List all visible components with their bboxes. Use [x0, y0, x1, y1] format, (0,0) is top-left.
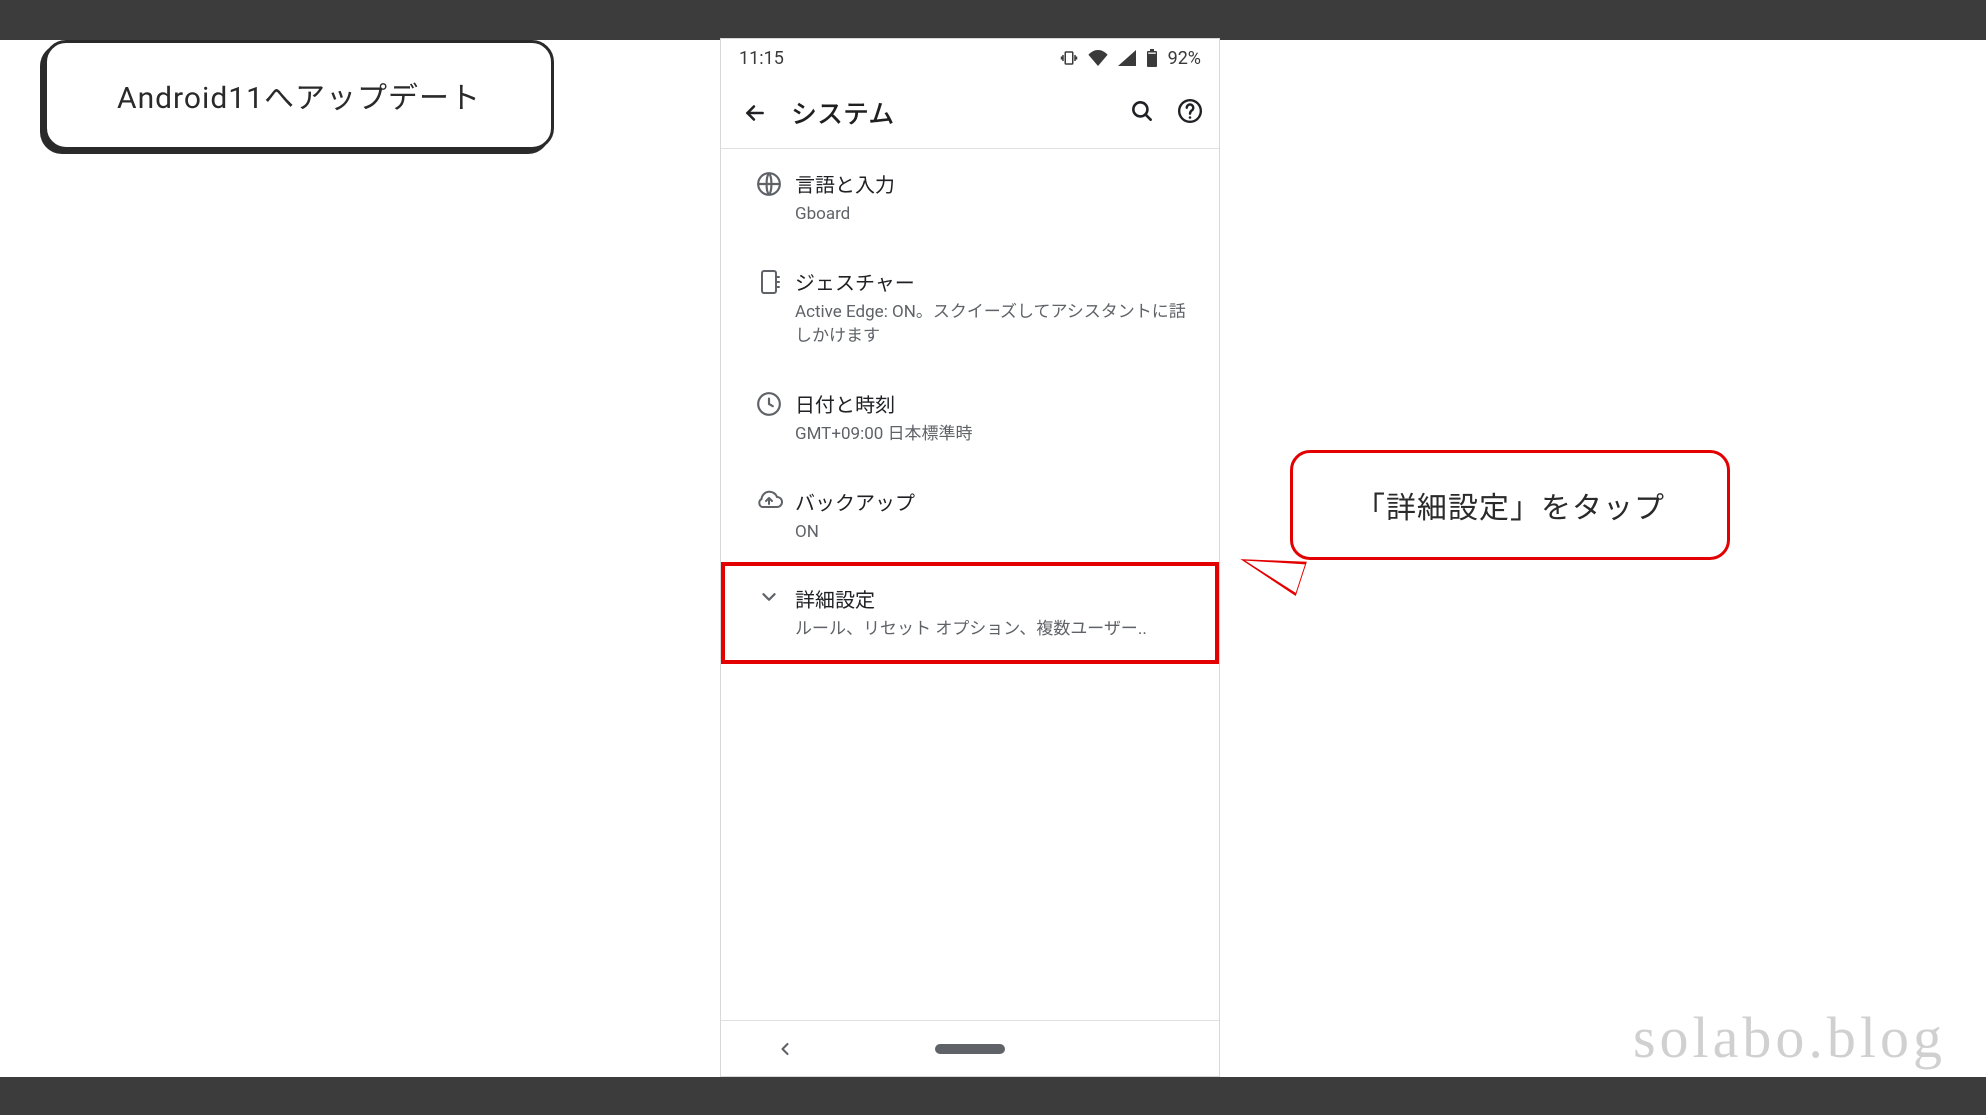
phone-screenshot: 11:15 92% システム 言語と入力 Gboard — [720, 38, 1220, 1077]
row-title: バックアップ — [795, 487, 1193, 516]
annotation-title-box: Android11へアップデート — [44, 40, 554, 150]
settings-list: 言語と入力 Gboard ジェスチャー Active Edge: ON。スクイー… — [721, 149, 1219, 1020]
help-icon — [1177, 98, 1203, 124]
status-battery-text: 92% — [1168, 48, 1201, 69]
app-bar: システム — [721, 77, 1219, 149]
settings-row-advanced[interactable]: 詳細設定 ルール、リセット オプション、複数ユーザー.. — [721, 564, 1219, 662]
settings-row-language[interactable]: 言語と入力 Gboard — [721, 149, 1219, 247]
status-bar: 11:15 92% — [721, 39, 1219, 77]
row-subtitle: Gboard — [795, 202, 1193, 227]
settings-row-datetime[interactable]: 日付と時刻 GMT+09:00 日本標準時 — [721, 369, 1219, 467]
page-bottom-bar — [0, 1077, 1986, 1115]
arrow-back-icon — [742, 100, 768, 126]
nav-back-button[interactable] — [775, 1039, 795, 1059]
cloud-upload-icon — [755, 489, 783, 511]
chevron-down-icon — [758, 586, 780, 608]
wifi-icon — [1088, 50, 1108, 66]
nav-home-pill[interactable] — [935, 1044, 1005, 1054]
row-subtitle: ルール、リセット オプション、複数ユーザー.. — [795, 617, 1193, 642]
status-time: 11:15 — [739, 48, 784, 69]
help-button[interactable] — [1177, 98, 1203, 128]
battery-icon — [1146, 49, 1158, 67]
page-top-bar — [0, 0, 1986, 40]
system-nav-bar — [721, 1020, 1219, 1076]
annotation-callout-text: 「詳細設定」をタップ — [1355, 483, 1665, 527]
search-button[interactable] — [1129, 98, 1155, 128]
annotation-title-text: Android11へアップデート — [117, 73, 481, 117]
vibrate-icon — [1060, 49, 1078, 67]
row-title: 詳細設定 — [795, 584, 1193, 613]
settings-row-gestures[interactable]: ジェスチャー Active Edge: ON。スクイーズしてアシスタントに話しか… — [721, 247, 1219, 369]
search-icon — [1129, 98, 1155, 124]
phone-gesture-icon — [757, 269, 781, 295]
row-subtitle: GMT+09:00 日本標準時 — [795, 422, 1193, 447]
status-icons: 92% — [1060, 48, 1201, 69]
annotation-callout-box: 「詳細設定」をタップ — [1290, 450, 1730, 560]
row-title: ジェスチャー — [795, 267, 1193, 296]
row-subtitle: Active Edge: ON。スクイーズしてアシスタントに話しかけます — [795, 300, 1193, 349]
chevron-left-icon — [775, 1039, 795, 1059]
back-button[interactable] — [737, 100, 773, 126]
watermark-text: solabo.blog — [1633, 1004, 1946, 1071]
row-title: 言語と入力 — [795, 169, 1193, 198]
settings-row-backup[interactable]: バックアップ ON — [721, 467, 1219, 565]
signal-icon — [1118, 50, 1136, 66]
app-bar-title: システム — [791, 94, 1129, 131]
clock-icon — [756, 391, 782, 417]
row-title: 日付と時刻 — [795, 389, 1193, 418]
globe-icon — [756, 171, 782, 197]
row-subtitle: ON — [795, 520, 1193, 545]
